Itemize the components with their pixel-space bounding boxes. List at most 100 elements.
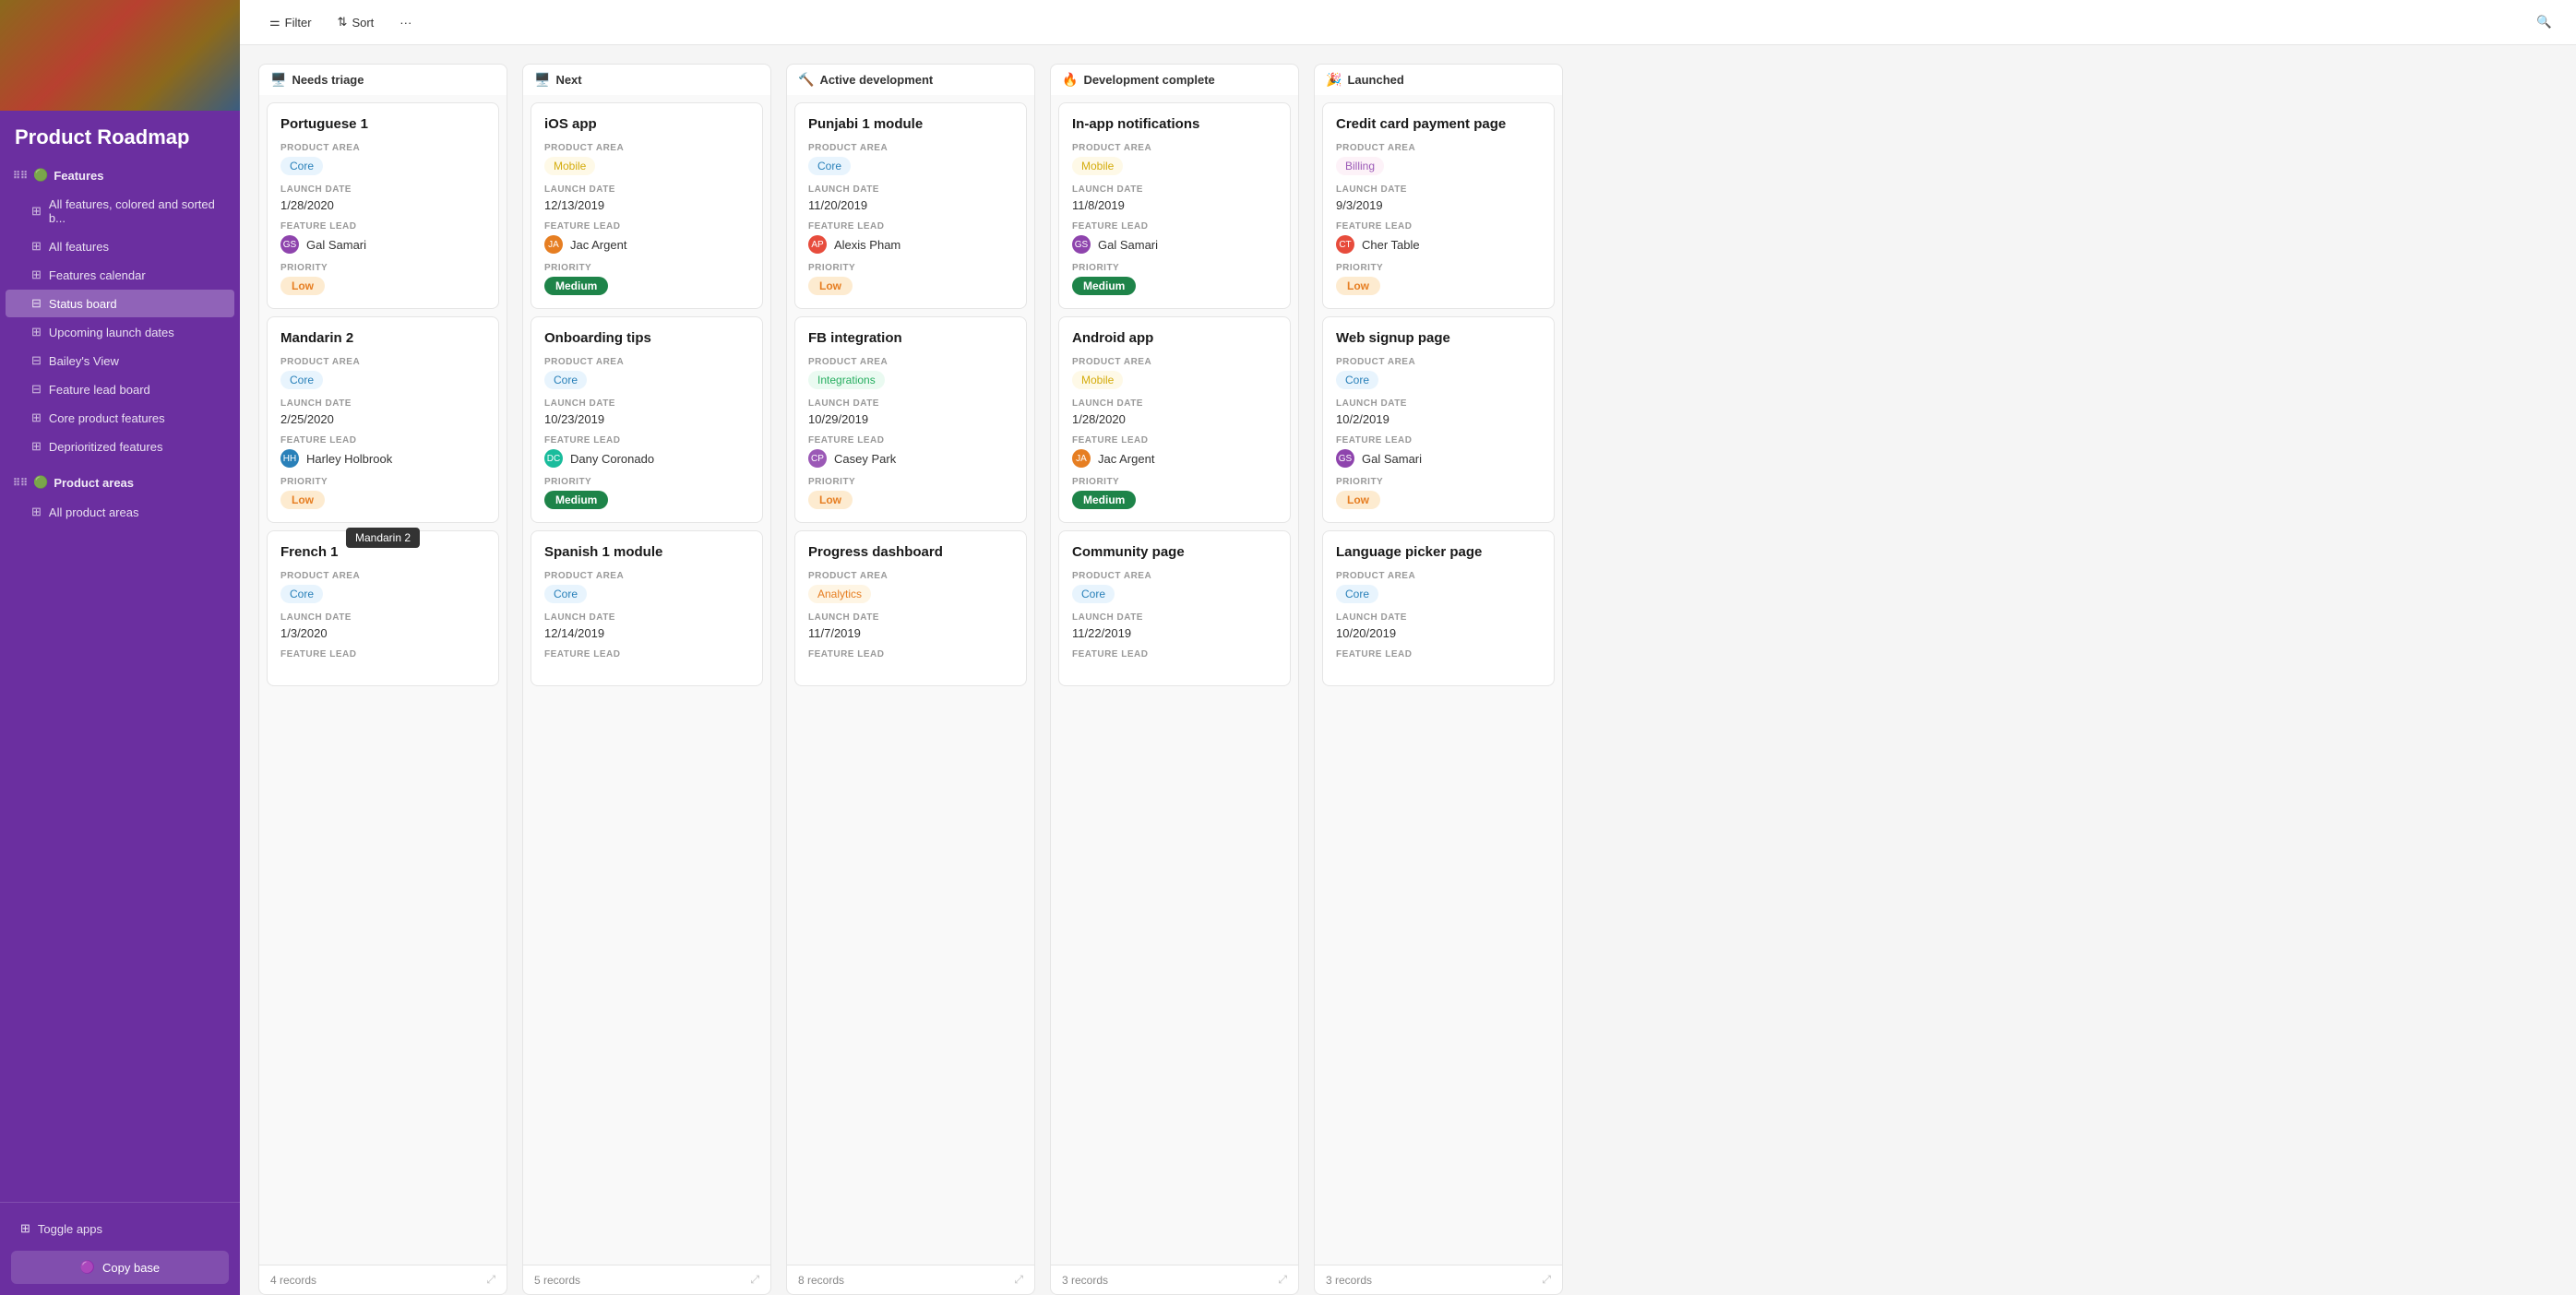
sidebar-section-product-areas[interactable]: ⠿⠿ 🟢 Product areas bbox=[0, 468, 240, 497]
priority-label: PRIORITY bbox=[280, 477, 485, 487]
sidebar-item-all-features[interactable]: ⊞ All features bbox=[6, 232, 234, 260]
launch-date-label: LAUNCH DATE bbox=[280, 612, 485, 623]
card[interactable]: Spanish 1 module PRODUCT AREA Core LAUNC… bbox=[531, 530, 763, 686]
features-section-label: Features bbox=[54, 169, 103, 183]
card[interactable]: French 1 PRODUCT AREA Core LAUNCH DATE 1… bbox=[267, 530, 499, 686]
card[interactable]: FB integration PRODUCT AREA Integrations… bbox=[794, 316, 1027, 523]
launch-date-value: 11/7/2019 bbox=[808, 626, 1013, 640]
copy-icon: 🟣 bbox=[80, 1260, 95, 1275]
card-title: Portuguese 1 bbox=[280, 116, 485, 132]
product-area-label: PRODUCT AREA bbox=[1072, 143, 1277, 153]
priority-label: PRIORITY bbox=[544, 477, 749, 487]
priority-label: PRIORITY bbox=[808, 263, 1013, 273]
toggle-apps-label: Toggle apps bbox=[38, 1222, 102, 1236]
sidebar-section-features[interactable]: ⠿⠿ 🟢 Features bbox=[0, 160, 240, 190]
sort-button[interactable]: ⇅ Sort bbox=[327, 9, 386, 35]
toolbar: ⚌ Filter ⇅ Sort ··· 🔍 bbox=[240, 0, 2576, 45]
search-button[interactable]: 🔍 bbox=[2531, 9, 2558, 35]
column-body: Credit card payment page PRODUCT AREA Bi… bbox=[1314, 95, 1563, 1265]
sidebar-item-status-board[interactable]: ⊟ Status board bbox=[6, 290, 234, 317]
column-header: 🎉Launched bbox=[1314, 64, 1563, 95]
sidebar-item-features-calendar[interactable]: ⊞ Features calendar bbox=[6, 261, 234, 289]
sidebar-item-core-product-features[interactable]: ⊞ Core product features bbox=[6, 404, 234, 432]
priority-label: PRIORITY bbox=[280, 263, 485, 273]
feature-lead-label: FEATURE LEAD bbox=[808, 221, 1013, 232]
card[interactable]: Punjabi 1 module PRODUCT AREA Core LAUNC… bbox=[794, 102, 1027, 309]
priority-badge: Low bbox=[280, 491, 325, 509]
card[interactable]: Android app PRODUCT AREA Mobile LAUNCH D… bbox=[1058, 316, 1291, 523]
product-area-tag: Integrations bbox=[808, 371, 885, 389]
sidebar-item-baileys-view[interactable]: ⊟ Bailey's View bbox=[6, 347, 234, 374]
feature-lead-label: FEATURE LEAD bbox=[1072, 435, 1277, 446]
launch-date-label: LAUNCH DATE bbox=[808, 612, 1013, 623]
expand-icon[interactable]: ⤢ bbox=[1278, 1273, 1287, 1287]
feature-lead-row: JAJac Argent bbox=[1072, 449, 1277, 468]
expand-icon[interactable]: ⤢ bbox=[750, 1273, 759, 1287]
more-options-button[interactable]: ··· bbox=[388, 10, 423, 35]
card[interactable]: Mandarin 2 PRODUCT AREA Core LAUNCH DATE… bbox=[267, 316, 499, 523]
card[interactable]: In-app notifications PRODUCT AREA Mobile… bbox=[1058, 102, 1291, 309]
column-footer: 8 records⤢ bbox=[786, 1265, 1035, 1295]
column-body: iOS app PRODUCT AREA Mobile LAUNCH DATE … bbox=[522, 95, 771, 1265]
filter-button[interactable]: ⚌ Filter bbox=[258, 9, 323, 35]
board-icon: ⊟ bbox=[31, 296, 42, 311]
priority-label: PRIORITY bbox=[1336, 477, 1541, 487]
avatar: AP bbox=[808, 235, 827, 254]
grid-icon: ⊞ bbox=[31, 325, 42, 339]
card[interactable]: Web signup page PRODUCT AREA Core LAUNCH… bbox=[1322, 316, 1555, 523]
copy-base-button[interactable]: 🟣 Copy base bbox=[11, 1251, 229, 1284]
card[interactable]: iOS app PRODUCT AREA Mobile LAUNCH DATE … bbox=[531, 102, 763, 309]
feature-lead-label: FEATURE LEAD bbox=[808, 649, 1013, 659]
card[interactable]: Language picker page PRODUCT AREA Core L… bbox=[1322, 530, 1555, 686]
toggle-apps-button[interactable]: ⊞ Toggle apps bbox=[11, 1214, 229, 1243]
feature-lead-name: Dany Coronado bbox=[570, 452, 654, 466]
expand-icon[interactable]: ⤢ bbox=[486, 1273, 495, 1287]
avatar: JA bbox=[544, 235, 563, 254]
sidebar-item-all-product-areas[interactable]: ⊞ All product areas bbox=[6, 498, 234, 526]
column-header-label: Development complete bbox=[1083, 73, 1214, 87]
launch-date-label: LAUNCH DATE bbox=[280, 184, 485, 195]
priority-label: PRIORITY bbox=[544, 263, 749, 273]
launch-date-value: 12/13/2019 bbox=[544, 198, 749, 212]
card-title: Progress dashboard bbox=[808, 544, 1013, 560]
launch-date-value: 1/3/2020 bbox=[280, 626, 485, 640]
sidebar-item-deprioritized-features[interactable]: ⊞ Deprioritized features bbox=[6, 433, 234, 460]
card[interactable]: Progress dashboard PRODUCT AREA Analytic… bbox=[794, 530, 1027, 686]
column-next: 🖥️Next iOS app PRODUCT AREA Mobile LAUNC… bbox=[522, 64, 771, 1295]
priority-value: Medium bbox=[1072, 491, 1277, 509]
sidebar-header-image bbox=[0, 0, 240, 111]
product-area-tag: Core bbox=[808, 157, 851, 175]
card-title: Android app bbox=[1072, 330, 1277, 346]
card[interactable]: Portuguese 1 PRODUCT AREA Core LAUNCH DA… bbox=[267, 102, 499, 309]
card[interactable]: Community page PRODUCT AREA Core LAUNCH … bbox=[1058, 530, 1291, 686]
sidebar-item-all-features-colored[interactable]: ⊞ All features, colored and sorted b... bbox=[6, 191, 234, 232]
card[interactable]: Credit card payment page PRODUCT AREA Bi… bbox=[1322, 102, 1555, 309]
product-area-value: Core bbox=[1072, 585, 1277, 603]
feature-lead-name: Jac Argent bbox=[570, 238, 626, 252]
feature-lead-name: Casey Park bbox=[834, 452, 896, 466]
avatar: CT bbox=[1336, 235, 1354, 254]
board-icon: ⊟ bbox=[31, 353, 42, 368]
sidebar-item-feature-lead-board[interactable]: ⊟ Feature lead board bbox=[6, 375, 234, 403]
expand-icon[interactable]: ⤢ bbox=[1542, 1273, 1551, 1287]
copy-base-label: Copy base bbox=[102, 1261, 160, 1275]
sidebar-item-label: Feature lead board bbox=[49, 383, 150, 397]
product-area-value: Core bbox=[280, 371, 485, 389]
column-header-label: Launched bbox=[1347, 73, 1403, 87]
column-footer: 3 records⤢ bbox=[1050, 1265, 1299, 1295]
column-launched: 🎉Launched Credit card payment page PRODU… bbox=[1314, 64, 1563, 1295]
sidebar-item-upcoming-launch-dates[interactable]: ⊞ Upcoming launch dates bbox=[6, 318, 234, 346]
ellipsis-icon: ··· bbox=[400, 16, 411, 30]
expand-icon[interactable]: ⤢ bbox=[1014, 1273, 1023, 1287]
filter-label: Filter bbox=[285, 16, 312, 30]
feature-lead-name: Jac Argent bbox=[1098, 452, 1154, 466]
product-area-value: Billing bbox=[1336, 157, 1541, 175]
feature-lead-row: DCDany Coronado bbox=[544, 449, 749, 468]
feature-lead-name: Gal Samari bbox=[1098, 238, 1158, 252]
avatar: CP bbox=[808, 449, 827, 468]
avatar: GS bbox=[280, 235, 299, 254]
card[interactable]: Onboarding tips PRODUCT AREA Core LAUNCH… bbox=[531, 316, 763, 523]
column-active-development: 🔨Active development Punjabi 1 module PRO… bbox=[786, 64, 1035, 1295]
product-area-tag: Core bbox=[280, 157, 323, 175]
priority-value: Low bbox=[280, 277, 485, 295]
